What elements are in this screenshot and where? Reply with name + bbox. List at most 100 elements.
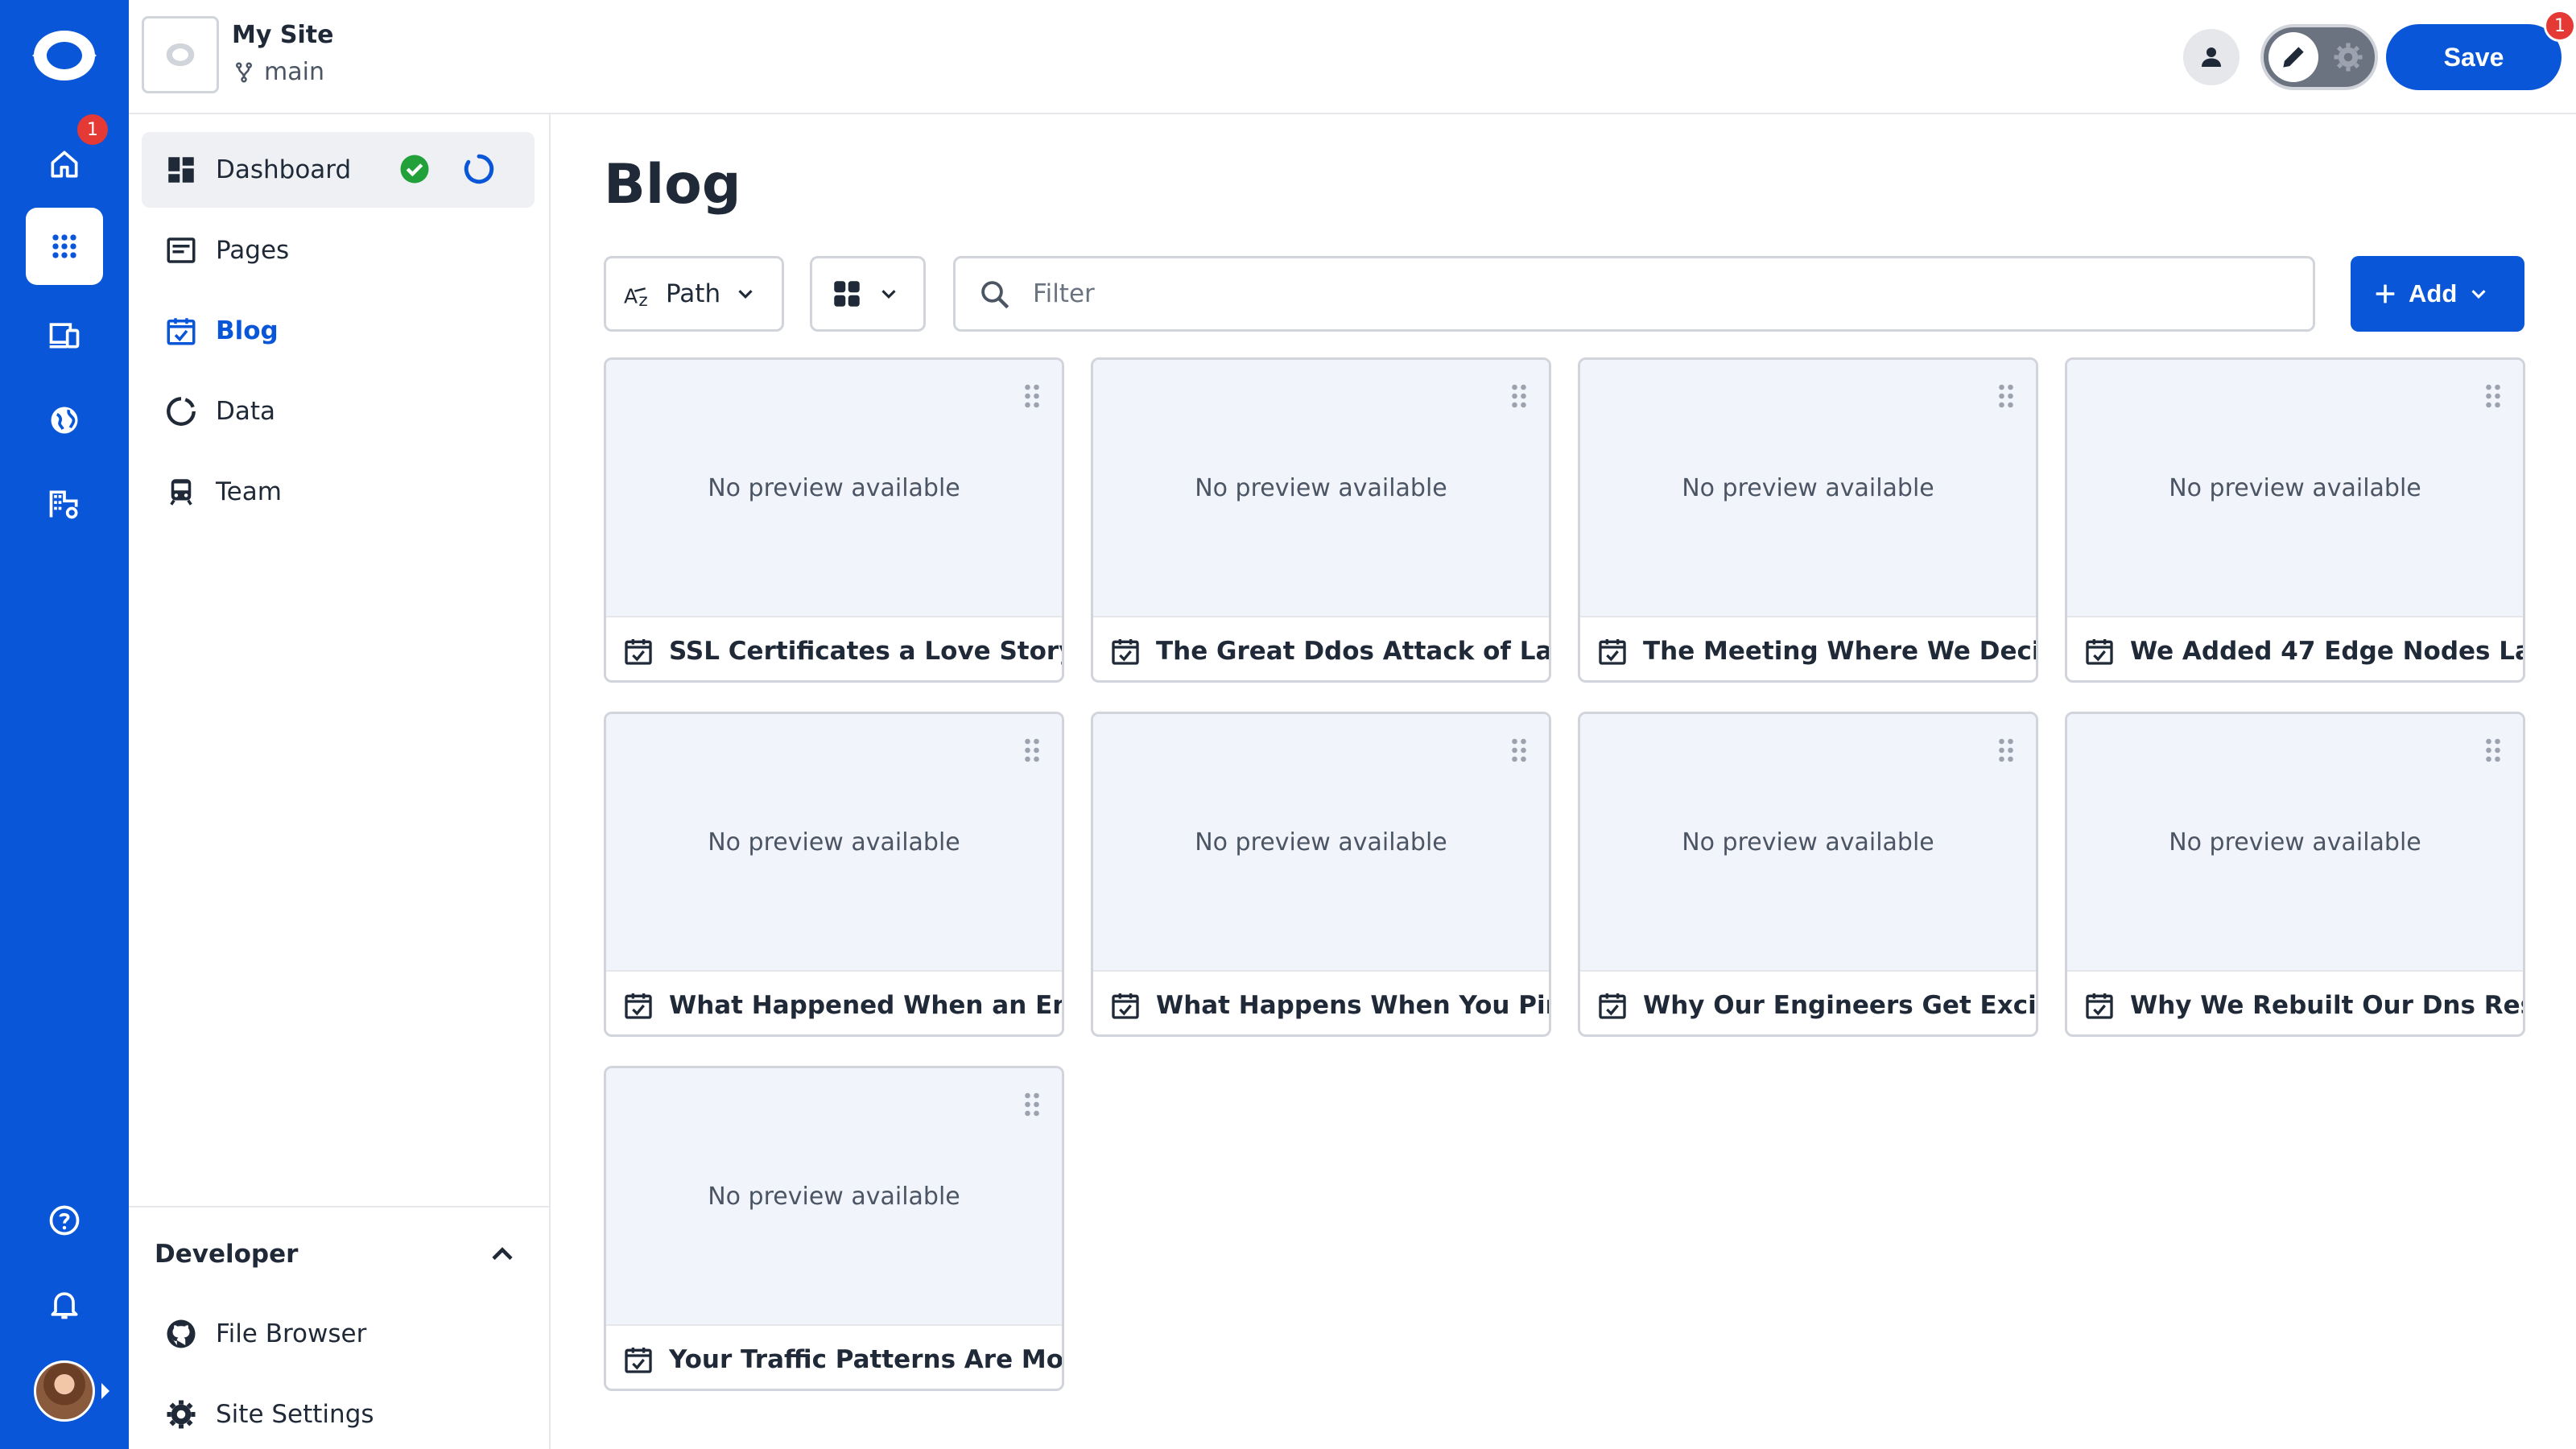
blog-card[interactable]: No preview available Why We Rebuilt Our … bbox=[2065, 712, 2525, 1037]
sidebar-item-file-browser[interactable]: File Browser bbox=[142, 1296, 535, 1372]
card-title: The Great Ddos Attack of Las... bbox=[1156, 637, 1549, 666]
card-preview[interactable]: No preview available bbox=[606, 360, 1062, 616]
no-preview-text: No preview available bbox=[1195, 828, 1447, 857]
user-button[interactable] bbox=[2183, 29, 2240, 85]
calendar-check-icon bbox=[625, 993, 652, 1019]
sidebar-item-label: File Browser bbox=[216, 1319, 367, 1348]
add-label: Add bbox=[2409, 279, 2458, 308]
card-preview[interactable]: No preview available bbox=[1580, 714, 2036, 970]
sidebar-item-label: Dashboard bbox=[216, 155, 352, 184]
blog-card[interactable]: No preview available What Happened When … bbox=[604, 712, 1064, 1037]
blog-card[interactable]: No preview available We Added 47 Edge No… bbox=[2065, 357, 2525, 683]
building-settings-icon bbox=[49, 490, 78, 519]
blog-card[interactable]: No preview available What Happens When Y… bbox=[1091, 712, 1551, 1037]
no-preview-text: No preview available bbox=[708, 473, 960, 502]
filter-input[interactable] bbox=[1033, 270, 2289, 318]
sort-button[interactable]: Az Path bbox=[604, 256, 784, 332]
drag-handle-icon[interactable] bbox=[1023, 737, 1041, 764]
sidebar: Dashboard Pages Blog Data Team Developer bbox=[129, 114, 551, 1449]
blog-card[interactable]: No preview available The Great Ddos Atta… bbox=[1091, 357, 1551, 683]
drag-handle-icon[interactable] bbox=[1510, 382, 1528, 410]
card-footer[interactable]: The Meeting Where We Deci... bbox=[1580, 616, 2036, 680]
home-icon bbox=[51, 151, 78, 178]
calendar-check-icon bbox=[1599, 993, 1626, 1019]
calendar-check-icon bbox=[625, 639, 652, 665]
chevron-down-icon bbox=[881, 290, 896, 299]
card-title: SSL Certificates a Love Story ... bbox=[669, 637, 1062, 666]
chevron-up-icon[interactable] bbox=[485, 1236, 520, 1272]
drag-handle-icon[interactable] bbox=[1023, 1091, 1041, 1118]
rail-devices-button[interactable] bbox=[26, 296, 103, 374]
sort-label: Path bbox=[666, 279, 721, 308]
card-footer[interactable]: The Great Ddos Attack of Las... bbox=[1093, 616, 1549, 680]
blog-card[interactable]: No preview available SSL Certificates a … bbox=[604, 357, 1064, 683]
card-footer[interactable]: We Added 47 Edge Nodes Las... bbox=[2067, 616, 2523, 680]
card-title: What Happened When an En... bbox=[669, 991, 1062, 1020]
pages-icon bbox=[167, 237, 196, 263]
sidebar-item-dashboard[interactable]: Dashboard bbox=[142, 132, 535, 208]
drag-handle-icon[interactable] bbox=[1997, 737, 2015, 764]
search-icon bbox=[981, 281, 1009, 309]
app-window: 1 My Site main Save 1 Dashboard Pages Bl… bbox=[0, 0, 2576, 1449]
no-preview-text: No preview available bbox=[1195, 473, 1447, 502]
developer-header[interactable]: Developer bbox=[155, 1240, 298, 1269]
branch-selector[interactable]: main bbox=[232, 58, 324, 86]
team-icon bbox=[170, 479, 192, 506]
check-circle-icon bbox=[400, 155, 429, 184]
dashboard-icon bbox=[168, 157, 194, 183]
sidebar-item-pages[interactable]: Pages bbox=[142, 213, 535, 288]
card-preview[interactable]: No preview available bbox=[606, 714, 1062, 970]
logo-icon bbox=[32, 31, 97, 80]
no-preview-text: No preview available bbox=[1682, 473, 1934, 502]
card-preview[interactable]: No preview available bbox=[606, 1068, 1062, 1324]
view-toggle-button[interactable] bbox=[810, 256, 926, 332]
user-avatar[interactable] bbox=[34, 1360, 95, 1422]
plus-icon bbox=[2376, 284, 2395, 303]
card-footer[interactable]: SSL Certificates a Love Story ... bbox=[606, 616, 1062, 680]
blog-card[interactable]: No preview available Your Traffic Patter… bbox=[604, 1066, 1064, 1391]
site-thumbnail[interactable] bbox=[142, 16, 219, 93]
top-bar: My Site main Save 1 bbox=[129, 0, 2576, 114]
rail-home-button[interactable]: 1 bbox=[26, 114, 108, 203]
card-footer[interactable]: What Happens When You Pin... bbox=[1093, 970, 1549, 1034]
blog-card[interactable]: No preview available The Meeting Where W… bbox=[1578, 357, 2038, 683]
sidebar-item-site-settings[interactable]: Site Settings bbox=[142, 1377, 535, 1449]
calendar-check-icon bbox=[1112, 993, 1139, 1019]
card-footer[interactable]: What Happened When an En... bbox=[606, 970, 1062, 1034]
card-preview[interactable]: No preview available bbox=[1580, 360, 2036, 616]
drag-handle-icon[interactable] bbox=[1510, 737, 1528, 764]
gear-icon bbox=[167, 1400, 196, 1429]
card-footer[interactable]: Why Our Engineers Get Excit... bbox=[1580, 970, 2036, 1034]
blog-card[interactable]: No preview available Why Our Engineers G… bbox=[1578, 712, 2038, 1037]
gear-icon bbox=[2334, 43, 2363, 72]
site-name[interactable]: My Site bbox=[232, 21, 333, 49]
card-preview[interactable]: No preview available bbox=[1093, 714, 1549, 970]
card-preview[interactable]: No preview available bbox=[2067, 714, 2523, 970]
card-title: Your Traffic Patterns Are Mor... bbox=[669, 1345, 1062, 1374]
rail-notifications-button[interactable] bbox=[26, 1265, 103, 1343]
drag-handle-icon[interactable] bbox=[2484, 737, 2502, 764]
rail-globe-button[interactable] bbox=[26, 382, 103, 459]
save-button[interactable]: Save bbox=[2386, 24, 2562, 90]
rail-buildings-button[interactable] bbox=[26, 465, 103, 543]
card-footer[interactable]: Your Traffic Patterns Are Mor... bbox=[606, 1324, 1062, 1389]
sidebar-item-label: Pages bbox=[216, 236, 290, 265]
add-button[interactable]: Add bbox=[2351, 256, 2524, 332]
drag-handle-icon[interactable] bbox=[1997, 382, 2015, 410]
card-preview[interactable]: No preview available bbox=[1093, 360, 1549, 616]
avatar-caret-icon[interactable] bbox=[101, 1383, 109, 1399]
sidebar-item-data[interactable]: Data bbox=[142, 374, 535, 449]
git-branch-icon bbox=[236, 62, 252, 82]
drag-handle-icon[interactable] bbox=[2484, 382, 2502, 410]
drag-handle-icon[interactable] bbox=[1023, 382, 1041, 410]
sidebar-item-blog[interactable]: Blog bbox=[142, 293, 535, 369]
no-preview-text: No preview available bbox=[708, 1182, 960, 1211]
sidebar-item-team[interactable]: Team bbox=[142, 454, 535, 530]
rail-apps-button[interactable] bbox=[26, 208, 103, 285]
github-icon bbox=[167, 1319, 196, 1348]
spinner-icon bbox=[464, 154, 494, 184]
edit-mode-toggle[interactable] bbox=[2260, 24, 2378, 90]
rail-help-button[interactable] bbox=[26, 1182, 103, 1259]
card-footer[interactable]: Why We Rebuilt Our Dns Res... bbox=[2067, 970, 2523, 1034]
card-preview[interactable]: No preview available bbox=[2067, 360, 2523, 616]
